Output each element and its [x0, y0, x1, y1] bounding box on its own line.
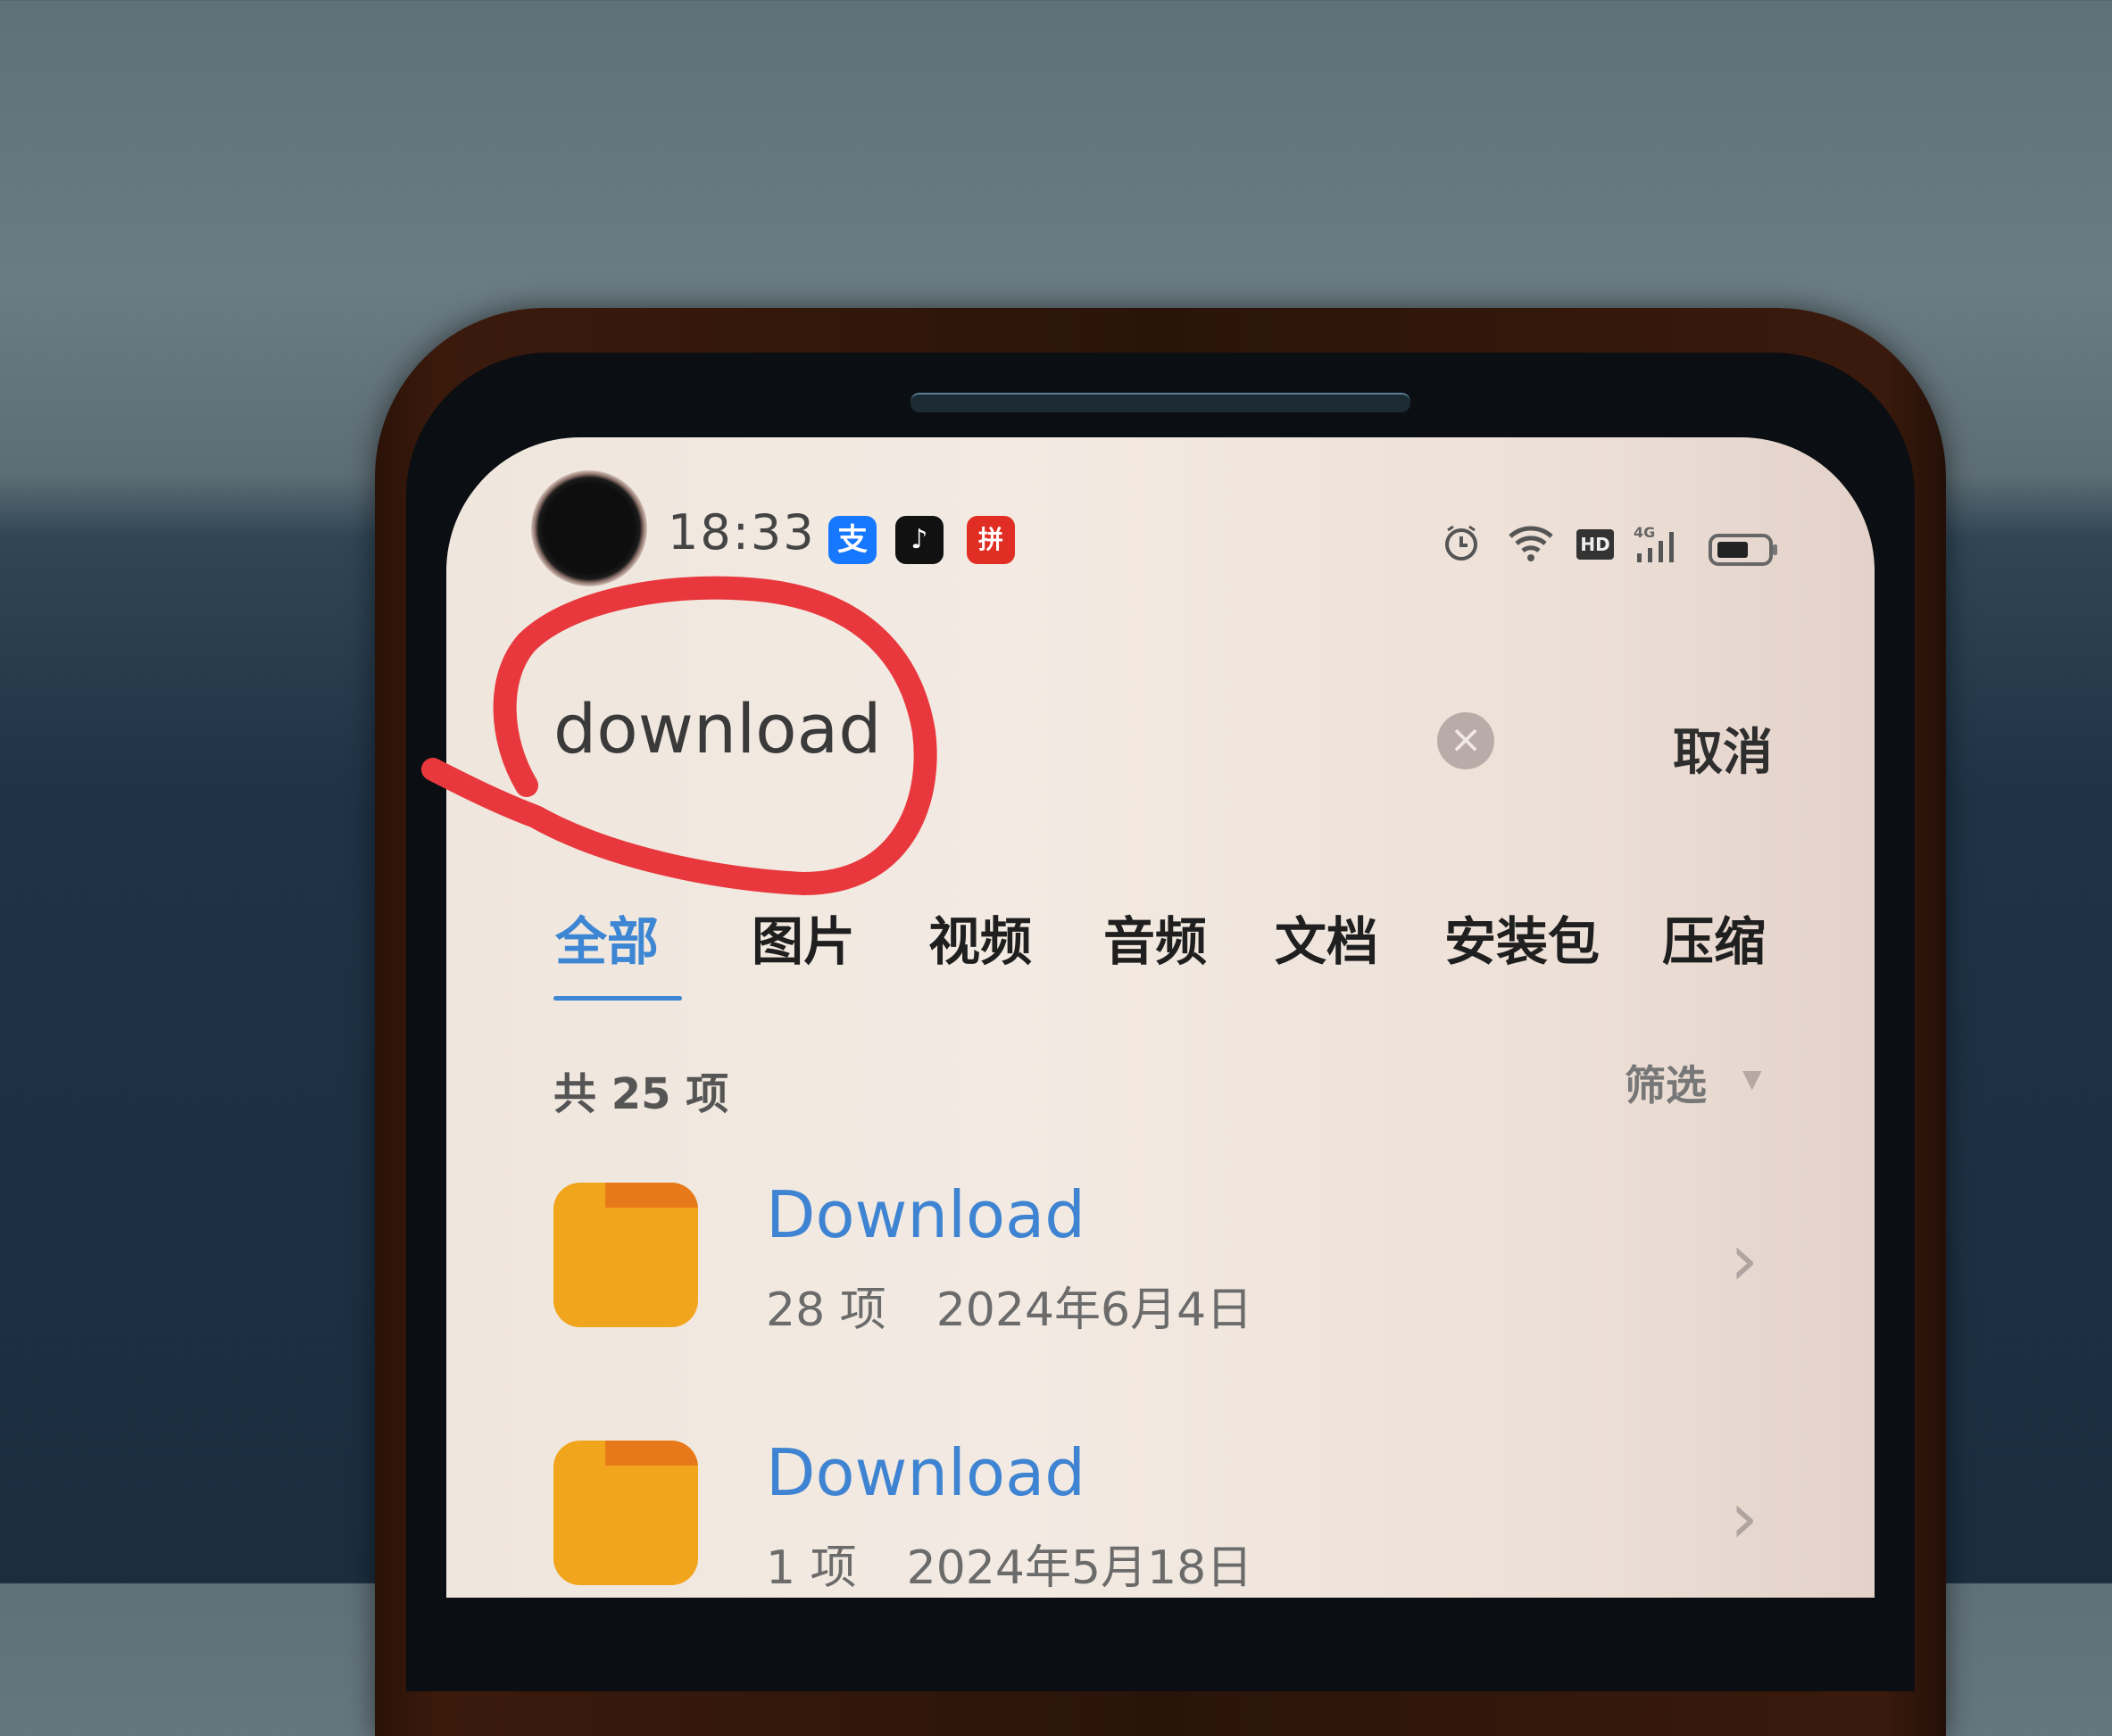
- tab-apks[interactable]: 安装包: [1444, 900, 1600, 975]
- tab-all[interactable]: 全部: [555, 900, 659, 975]
- search-input[interactable]: download: [553, 689, 882, 768]
- folder-meta: 28 项 2024年6月4日: [766, 1272, 1252, 1339]
- folder-icon: [553, 1183, 698, 1327]
- wifi-icon: [1507, 522, 1555, 572]
- result-count: 共 25 项: [553, 1069, 729, 1119]
- folder-icon: [553, 1441, 698, 1585]
- tab-archives[interactable]: 压缩: [1662, 900, 1766, 975]
- list-item[interactable]: Download 28 项 2024年6月4日 ›: [553, 1177, 1785, 1361]
- clear-search-button[interactable]: ×: [1437, 712, 1494, 769]
- chevron-right-icon: ›: [1730, 1476, 1759, 1559]
- tab-documents[interactable]: 文档: [1275, 900, 1378, 975]
- item-count: 28 项: [766, 1283, 886, 1337]
- cancel-button[interactable]: 取消: [1673, 712, 1773, 785]
- status-time: 18:33: [668, 504, 816, 561]
- tiktok-icon: ♪: [895, 516, 944, 564]
- alarm-icon: [1441, 522, 1482, 572]
- chevron-right-icon: ›: [1730, 1218, 1759, 1301]
- tab-audio[interactable]: 音频: [1103, 900, 1207, 975]
- tab-videos[interactable]: 视频: [928, 900, 1032, 975]
- item-count: 1 项: [766, 1541, 857, 1595]
- list-item[interactable]: Download 1 项 2024年5月18日 ›: [553, 1435, 1785, 1619]
- hd-icon: HD: [1576, 529, 1614, 560]
- folder-meta: 1 项 2024年5月18日: [766, 1530, 1252, 1597]
- alipay-icon: 支: [828, 516, 877, 564]
- svg-text:4G: 4G: [1634, 524, 1655, 541]
- battery-icon: [1709, 532, 1780, 577]
- front-camera: [531, 470, 647, 586]
- phone-screen: [446, 437, 1875, 1598]
- folder-name: Download: [766, 1177, 1085, 1252]
- filter-button[interactable]: 筛选: [1625, 1053, 1707, 1112]
- modified-date: 2024年6月4日: [935, 1283, 1253, 1337]
- modified-date: 2024年5月18日: [906, 1541, 1253, 1595]
- chevron-down-icon: ▼: [1742, 1064, 1762, 1093]
- earpiece-speaker: [910, 393, 1410, 412]
- signal-icon: 4G: [1634, 523, 1691, 577]
- active-tab-indicator: [553, 996, 682, 1001]
- pinduoduo-icon: 拼: [967, 516, 1015, 564]
- tab-images[interactable]: 图片: [752, 900, 855, 975]
- folder-name: Download: [766, 1435, 1085, 1510]
